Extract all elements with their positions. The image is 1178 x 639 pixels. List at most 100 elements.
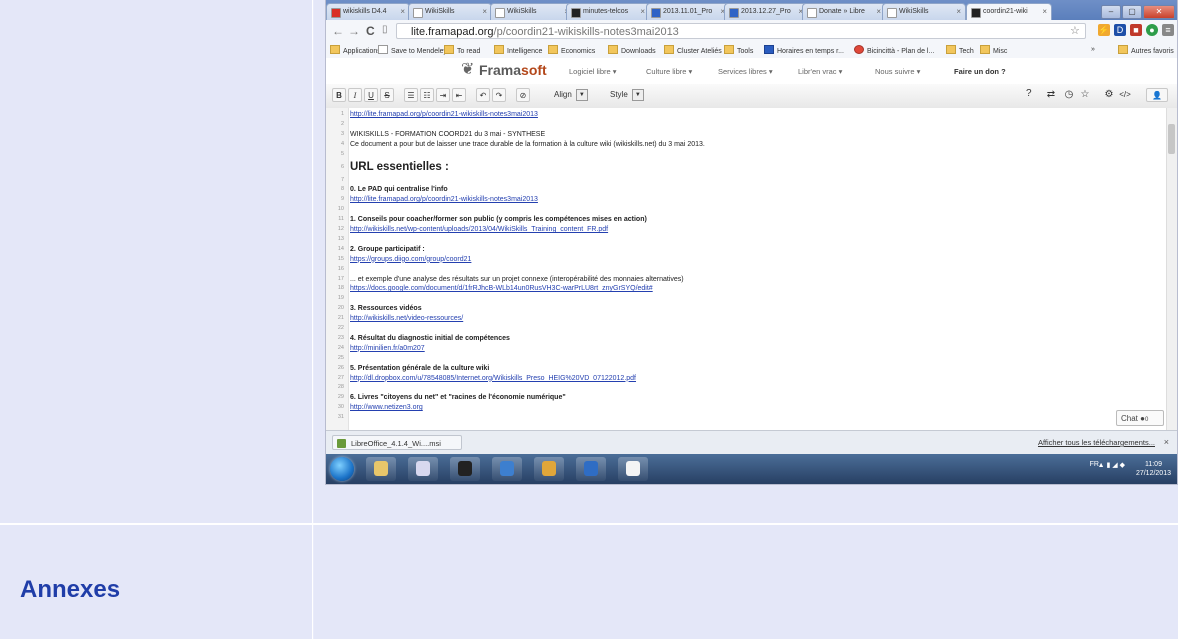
- style-select[interactable]: Style ▼: [610, 89, 644, 101]
- framasoft-menu-item[interactable]: Libr'en vrac ▾: [798, 67, 842, 76]
- embed-code-icon[interactable]: </>: [1118, 88, 1132, 102]
- chrome-taskbar-icon[interactable]: [534, 457, 564, 481]
- framasoft-menu-item[interactable]: Services libres ▾: [718, 67, 773, 76]
- download-item[interactable]: LibreOffice_4.1.4_Wi....msi: [332, 435, 462, 450]
- scroll-thumb[interactable]: [1168, 124, 1175, 154]
- close-tab-icon[interactable]: ×: [640, 4, 645, 19]
- star-icon[interactable]: ☆: [1070, 24, 1080, 37]
- app-grid-taskbar-icon[interactable]: [408, 457, 438, 481]
- close-tab-icon[interactable]: ×: [400, 4, 405, 19]
- close-downloads-icon[interactable]: ×: [1164, 437, 1169, 447]
- bookmark-item[interactable]: Bicincittà - Plan de l...: [854, 45, 934, 57]
- pad-link[interactable]: http://wikiskills.net/wp-content/uploads…: [350, 225, 608, 234]
- reload-icon[interactable]: C: [366, 24, 375, 38]
- minimize-icon[interactable]: –: [1101, 5, 1121, 19]
- forward-icon[interactable]: →: [348, 24, 360, 38]
- tab-3[interactable]: WikiSkills×: [490, 3, 574, 20]
- tab-1[interactable]: wikiskills D4.4 ×: [326, 3, 410, 20]
- bookmark-item[interactable]: To read: [444, 45, 480, 57]
- extension-red-icon[interactable]: ■: [1130, 24, 1142, 36]
- url-field[interactable]: lite.framapad.org/p/coordin21-wikiskills…: [396, 23, 1086, 39]
- bookmark-item[interactable]: Tools: [724, 45, 753, 57]
- import-export-icon[interactable]: ⇄: [1044, 88, 1058, 102]
- show-all-downloads-link[interactable]: Afficher tous les téléchargements...: [1038, 438, 1155, 447]
- bookmark-item[interactable]: Downloads: [608, 45, 656, 57]
- extension-green-icon[interactable]: ●: [1146, 24, 1158, 36]
- close-tab-icon[interactable]: ×: [482, 4, 487, 19]
- tab-5[interactable]: 2013.11.01_Pro ×: [646, 3, 730, 20]
- close-tab-icon[interactable]: ×: [956, 4, 961, 19]
- pad-heading: URL essentielles :: [350, 160, 449, 173]
- bookmark-item[interactable]: Tech: [946, 45, 974, 57]
- help-button[interactable]: ?: [1026, 88, 1032, 99]
- pad-editor[interactable]: 1 2 3 4 5 6 7 8 9 10 11 12 13 14 15 16 17 18 19 20 21 22 23 24 2…: [326, 108, 1177, 430]
- tray-icons[interactable]: ▲ ▮ ◢ ◆: [1098, 461, 1125, 469]
- framasoft-menu-item[interactable]: Faire un don ?: [954, 67, 1006, 76]
- pad-link[interactable]: https://docs.google.com/document/d/1frRJ…: [350, 284, 653, 293]
- pad-link[interactable]: http://lite.framapad.org/p/coordin21-wik…: [350, 110, 538, 119]
- redo-icon[interactable]: ↷: [492, 88, 506, 102]
- close-tab-icon[interactable]: ×: [1042, 4, 1047, 19]
- bold-button[interactable]: B: [332, 88, 346, 102]
- document-taskbar-icon[interactable]: [618, 457, 648, 481]
- tab-label: Donate » Libre: [819, 8, 865, 15]
- tab-2[interactable]: WikiSkills ×: [408, 3, 492, 20]
- bookmark-item[interactable]: Save to Mendeley: [378, 45, 447, 57]
- star-icon[interactable]: ☆: [1078, 88, 1092, 102]
- line-number: 3: [340, 130, 344, 137]
- framasoft-menu-item[interactable]: Logiciel libre ▾: [569, 67, 617, 76]
- framasoft-menu-item[interactable]: Nous suivre ▾: [875, 67, 920, 76]
- clock[interactable]: 11:09 27/12/2013: [1136, 460, 1171, 478]
- menu-icon[interactable]: ≡: [1162, 24, 1174, 36]
- start-button-icon[interactable]: [330, 457, 354, 481]
- vertical-scrollbar[interactable]: [1166, 108, 1177, 430]
- close-tab-icon[interactable]: ×: [876, 4, 881, 19]
- circle-app-taskbar-icon[interactable]: [450, 457, 480, 481]
- framasoft-logo[interactable]: Framasoft: [479, 62, 547, 78]
- strikethrough-button[interactable]: S: [380, 88, 394, 102]
- framasoft-menu-item[interactable]: Culture libre ▾: [646, 67, 692, 76]
- underline-button[interactable]: U: [364, 88, 378, 102]
- clear-authorship-icon[interactable]: ⊘: [516, 88, 530, 102]
- history-icon[interactable]: ◷: [1062, 88, 1076, 102]
- pad-link[interactable]: http://minilien.fr/a0m207: [350, 344, 425, 353]
- back-icon[interactable]: ←: [332, 24, 344, 38]
- close-window-icon[interactable]: ✕: [1143, 5, 1175, 19]
- writer-taskbar-icon[interactable]: [576, 457, 606, 481]
- unordered-list-icon[interactable]: ☷: [420, 88, 434, 102]
- align-select[interactable]: Align ▼: [554, 89, 588, 101]
- italic-button[interactable]: I: [348, 88, 362, 102]
- users-icon[interactable]: 👤: [1146, 88, 1168, 102]
- page-info-icon[interactable]: ▯: [382, 24, 388, 35]
- tab-6[interactable]: 2013.12.27_Pro ×: [724, 3, 808, 20]
- outdent-icon[interactable]: ⇤: [452, 88, 466, 102]
- extension-d-icon[interactable]: D: [1114, 24, 1126, 36]
- mail-taskbar-icon[interactable]: [492, 457, 522, 481]
- pad-link[interactable]: https://groups.diigo.com/group/coord21: [350, 255, 471, 264]
- chat-button[interactable]: Chat ●0: [1116, 410, 1164, 426]
- undo-icon[interactable]: ↶: [476, 88, 490, 102]
- bookmark-item[interactable]: Economics: [548, 45, 595, 57]
- bookmark-item[interactable]: Horaires en temps r...: [764, 45, 844, 57]
- bookmark-item[interactable]: Intelligence: [494, 45, 542, 57]
- bookmark-item[interactable]: Misc: [980, 45, 1007, 57]
- tab-7[interactable]: Donate » Libre ×: [802, 3, 886, 20]
- maximize-icon[interactable]: ▢: [1122, 5, 1142, 19]
- line-number: 30: [337, 404, 344, 411]
- tab-8[interactable]: WikiSkills ×: [882, 3, 966, 20]
- pad-link[interactable]: http://dl.dropbox.com/u/78548085/Interne…: [350, 374, 636, 383]
- bookmark-item[interactable]: Cluster Ateliés: [664, 45, 722, 57]
- explorer-taskbar-icon[interactable]: [366, 457, 396, 481]
- bookmarks-overflow-icon[interactable]: »: [1091, 45, 1095, 55]
- indent-icon[interactable]: ⇥: [436, 88, 450, 102]
- extension-bolt-icon[interactable]: ⚡: [1098, 24, 1110, 36]
- pad-link[interactable]: http://wikiskills.net/video-ressources/: [350, 314, 463, 323]
- settings-icon[interactable]: ⚙: [1102, 88, 1116, 102]
- ordered-list-icon[interactable]: ☰: [404, 88, 418, 102]
- bookmark-item[interactable]: Autres favoris: [1118, 45, 1174, 57]
- pad-link[interactable]: http://lite.framapad.org/p/coordin21-wik…: [350, 195, 538, 204]
- tab-9[interactable]: coordin21-wiki ×: [966, 3, 1052, 20]
- bookmark-item[interactable]: Applications: [330, 45, 381, 57]
- pad-link[interactable]: http://www.netizen3.org: [350, 403, 423, 412]
- tab-4[interactable]: minutes-telcos ×: [566, 3, 650, 20]
